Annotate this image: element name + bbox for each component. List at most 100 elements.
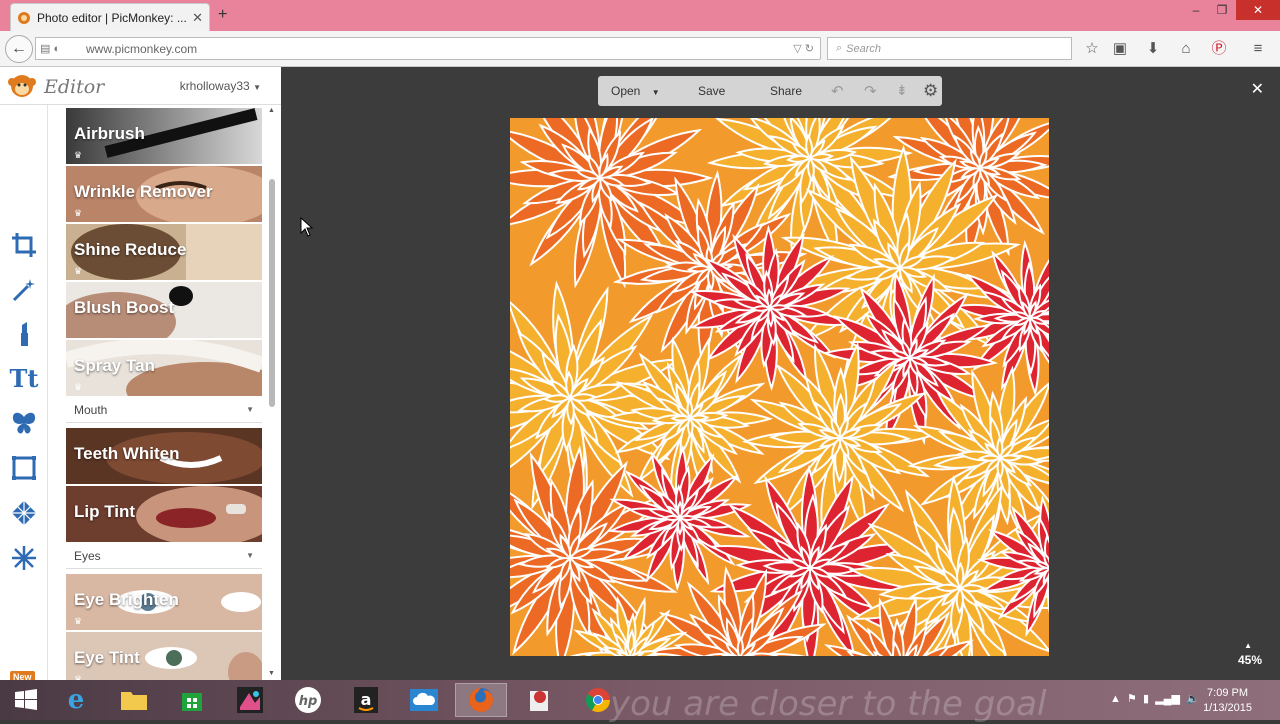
network-icon[interactable]: ▂▄▆ xyxy=(1155,693,1180,705)
save-button[interactable]: Save xyxy=(698,84,725,98)
search-placeholder: Search xyxy=(846,43,881,55)
taskbar-clock[interactable]: 7:09 PM 1/13/2015 xyxy=(1203,686,1252,716)
editor-toolbar: Open ▼ Save Share ↶ ↷ ⇟ ⚙ xyxy=(598,76,942,106)
petal xyxy=(678,503,682,518)
amazon-icon: a xyxy=(354,687,378,713)
restore-icon[interactable]: ❐ xyxy=(1208,0,1236,20)
volume-icon[interactable]: 🔈 xyxy=(1186,693,1200,705)
overlays-tool[interactable] xyxy=(7,406,41,440)
username-label: krholloway33 xyxy=(180,79,250,93)
cloud-icon xyxy=(410,689,438,711)
flag-icon[interactable]: ⚑ xyxy=(1127,693,1137,705)
mouse-cursor-icon xyxy=(300,217,314,237)
battery-icon[interactable]: ▮ xyxy=(1143,693,1149,705)
bookmark-star-icon[interactable]: ☆ xyxy=(1082,39,1102,59)
clock-time: 7:09 PM xyxy=(1203,686,1252,701)
reading-list-icon[interactable]: ▣ xyxy=(1110,39,1130,59)
effect-label: Airbrush xyxy=(74,124,145,144)
editor-workspace: Open ▼ Save Share ↶ ↷ ⇟ ⚙ ✕ ▲ 45% xyxy=(281,67,1280,680)
photo-canvas[interactable] xyxy=(510,118,1049,656)
site-identity-icon[interactable]: ▤ ◐ xyxy=(40,42,60,55)
scroll-down-icon[interactable]: ▼ xyxy=(268,670,275,677)
browser-tab-strip: Photo editor | PicMonkey: ... ✕ + – ❐ ✕ xyxy=(0,0,1280,31)
effect-eye-brighten[interactable]: Eye Brighten ♛ xyxy=(66,574,262,630)
crop-tool[interactable] xyxy=(7,228,41,262)
search-input[interactable]: ⌕ Search xyxy=(827,37,1072,60)
system-tray[interactable]: ▲ ⚑ ▮ ▂▄▆ 🔈 xyxy=(1110,692,1200,705)
textures-tool[interactable] xyxy=(7,496,41,530)
snowflake-icon xyxy=(10,544,38,572)
text-tool[interactable]: Tt xyxy=(7,361,41,395)
gear-icon[interactable]: ⚙ xyxy=(923,81,938,101)
effect-label: Lip Tint xyxy=(74,502,135,522)
section-eyes-header[interactable]: Eyes ▼ xyxy=(66,543,262,569)
firefox-icon xyxy=(467,686,495,714)
home-icon[interactable]: ⌂ xyxy=(1176,39,1196,59)
minimize-icon[interactable]: – xyxy=(1182,0,1210,20)
taskbar-amazon[interactable]: a xyxy=(340,683,392,717)
reload-icon[interactable]: ▽ ↻ xyxy=(793,42,814,55)
back-icon[interactable]: ← xyxy=(5,35,33,63)
share-button[interactable]: Share xyxy=(770,84,802,98)
zoom-level[interactable]: 45% xyxy=(1238,653,1262,667)
effect-label: Wrinkle Remover xyxy=(74,182,213,202)
effects-tool[interactable] xyxy=(7,273,41,307)
taskbar-internet-explorer[interactable]: e xyxy=(50,683,102,717)
window-close-icon[interactable]: ✕ xyxy=(1236,0,1280,20)
taskbar-hp[interactable]: hp xyxy=(282,683,334,717)
taskbar-app[interactable] xyxy=(514,683,566,717)
taskbar-chrome[interactable] xyxy=(572,683,624,717)
picmonkey-logo-icon[interactable] xyxy=(8,73,36,99)
section-title: Mouth xyxy=(74,403,107,417)
section-mouth-header[interactable]: Mouth ▼ xyxy=(66,397,262,423)
hp-logo-icon: hp xyxy=(294,686,322,714)
effect-wrinkle-remover[interactable]: Wrinkle Remover ♛ xyxy=(66,166,262,222)
taskbar-onedrive[interactable] xyxy=(398,683,450,717)
url-text: www.picmonkey.com xyxy=(86,42,197,56)
svg-text:a: a xyxy=(361,690,372,709)
revert-icon[interactable]: ⇟ xyxy=(896,82,908,99)
frames-tool[interactable] xyxy=(7,451,41,485)
pinterest-icon[interactable]: Ⓟ xyxy=(1209,39,1229,59)
chevron-down-icon: ▼ xyxy=(246,551,254,560)
crown-icon: ♛ xyxy=(74,266,82,277)
tool-rail: Tt New xyxy=(0,105,48,680)
crown-icon: ♛ xyxy=(74,150,82,161)
crop-icon xyxy=(10,231,38,259)
effect-blush-boost[interactable]: Blush Boost xyxy=(66,282,262,338)
effect-spray-tan[interactable]: Spray Tan ♛ xyxy=(66,340,262,396)
download-icon[interactable]: ⬇ xyxy=(1143,39,1163,59)
scroll-up-icon[interactable]: ▲ xyxy=(268,107,275,114)
taskbar-file-explorer[interactable] xyxy=(108,683,160,717)
open-button[interactable]: Open ▼ xyxy=(611,84,660,98)
effect-airbrush[interactable]: Airbrush ♛ xyxy=(66,108,262,164)
themes-tool[interactable] xyxy=(7,541,41,575)
effect-lip-tint[interactable]: Lip Tint xyxy=(66,486,262,542)
butterfly-icon xyxy=(10,409,38,437)
new-tab-icon[interactable]: + xyxy=(218,6,227,24)
start-button[interactable] xyxy=(0,683,52,717)
taskbar-firefox[interactable] xyxy=(455,683,507,717)
effect-label: Teeth Whiten xyxy=(74,444,179,464)
effect-teeth-whiten[interactable]: Teeth Whiten xyxy=(66,428,262,484)
taskbar-media-app[interactable] xyxy=(224,683,276,717)
taskbar-store[interactable] xyxy=(166,683,218,717)
close-icon[interactable]: ✕ xyxy=(1251,79,1264,99)
browser-tab[interactable]: Photo editor | PicMonkey: ... ✕ xyxy=(10,3,210,31)
panel-scrollbar[interactable]: ▲ ▼ xyxy=(268,107,277,681)
menu-icon[interactable]: ≡ xyxy=(1248,39,1268,59)
show-hidden-icon[interactable]: ▲ xyxy=(1110,693,1121,705)
undo-icon[interactable]: ↶ xyxy=(831,82,844,100)
tab-close-icon[interactable]: ✕ xyxy=(192,10,203,26)
scroll-thumb[interactable] xyxy=(269,179,275,407)
effect-label: Blush Boost xyxy=(74,298,174,318)
redo-icon[interactable]: ↷ xyxy=(864,82,877,100)
folder-icon xyxy=(120,689,148,711)
user-menu[interactable]: krholloway33 ▼ xyxy=(180,79,261,93)
effect-eye-tint[interactable]: Eye Tint ♛ xyxy=(66,632,262,680)
touch-up-tool[interactable] xyxy=(7,317,41,351)
internet-explorer-icon: e xyxy=(68,685,85,715)
zoom-up-icon[interactable]: ▲ xyxy=(1244,641,1252,650)
effect-shine-reduce[interactable]: Shine Reduce ♛ xyxy=(66,224,262,280)
url-bar[interactable]: ▤ ◐ www.picmonkey.com ▽ ↻ xyxy=(35,37,821,60)
